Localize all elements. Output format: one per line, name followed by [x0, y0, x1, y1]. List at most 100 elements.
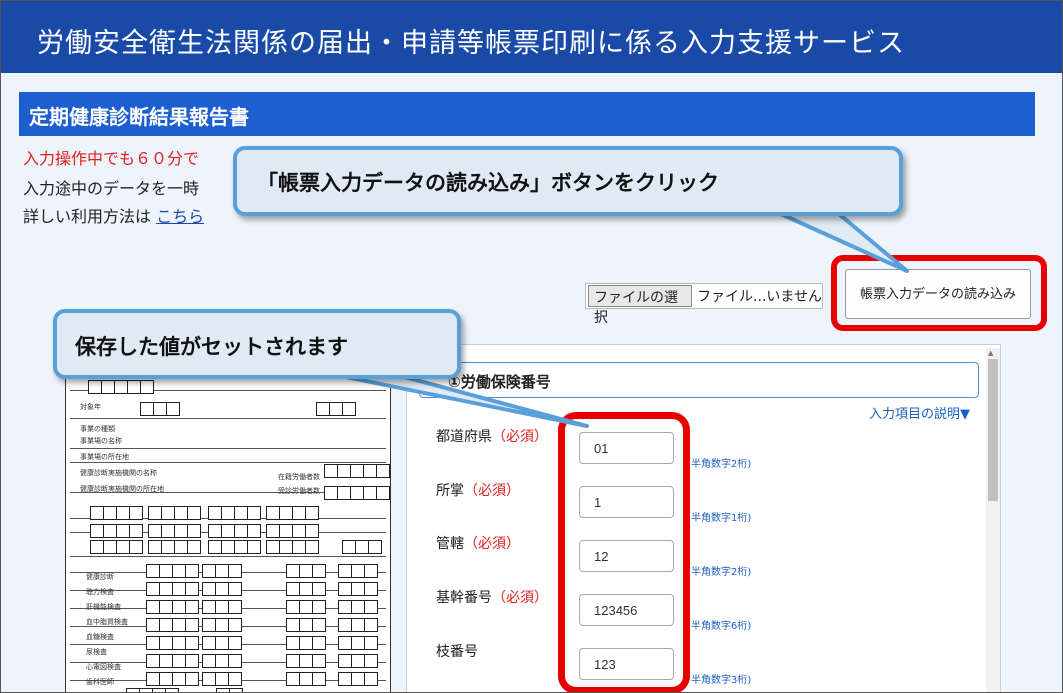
panel-scrollbar-thumb[interactable] [988, 359, 998, 501]
field-label-jurisdiction: 所掌（必須） [436, 480, 520, 500]
form-preview-digit-box [103, 540, 117, 554]
form-preview-digit-box [299, 582, 313, 596]
form-preview-digit-box [202, 672, 216, 686]
form-preview-digit-box [148, 540, 162, 554]
form-preview-digit-box [324, 486, 338, 500]
form-preview-digit-box [247, 540, 261, 554]
form-preview-digit-box [228, 636, 242, 650]
page-title: 定期健康診断結果報告書 [19, 92, 1035, 136]
branch-number-hint: 半角数字3桁) [691, 675, 752, 686]
form-preview-digit-box [228, 672, 242, 686]
form-preview-digit-box [228, 564, 242, 578]
form-preview-digit-box [338, 564, 352, 578]
field-label-prefecture: 都道府県（必須） [436, 426, 548, 446]
form-preview-digit-box [221, 540, 235, 554]
form-preview-digit-box [299, 618, 313, 632]
form-preview-label: 血糖検査 [86, 633, 114, 641]
form-preview-digit-box [216, 688, 230, 692]
field-label-branch-number-text: 枝番号 [436, 644, 478, 660]
form-preview-digit-box [202, 618, 216, 632]
form-preview-digit-box [351, 564, 365, 578]
form-preview-digit-box [159, 654, 173, 668]
form-preview-digit-box [312, 600, 326, 614]
form-preview-digit-box [342, 540, 356, 554]
form-preview-digit-box [202, 600, 216, 614]
form-preview-digit-box [146, 564, 160, 578]
form-preview-rule [70, 448, 386, 449]
form-preview-digit-box [363, 464, 377, 478]
form-preview-digit-box [292, 524, 306, 538]
usage-detail-text: 詳しい利用方法は こちら [23, 203, 204, 227]
form-preview-digit-box [139, 688, 153, 692]
form-preview-digit-box [299, 636, 313, 650]
form-preview-digit-box [116, 524, 130, 538]
form-preview-digit-box [234, 540, 248, 554]
form-preview-digit-box [299, 672, 313, 686]
form-preview-digit-box [286, 600, 300, 614]
form-preview-digit-box [172, 618, 186, 632]
form-preview-digit-box [103, 506, 117, 520]
form-preview-digit-box [152, 688, 166, 692]
form-preview-digit-box [312, 618, 326, 632]
form-preview-digit-box [221, 506, 235, 520]
form-preview-digit-box [338, 618, 352, 632]
form-preview-digit-box [140, 380, 154, 394]
form-preview-digit-box [316, 402, 330, 416]
form-preview-digit-box [364, 600, 378, 614]
field-label-prefecture-text: 都道府県 [436, 429, 492, 445]
form-preview-digit-box [350, 486, 364, 500]
form-preview-digit-box [187, 540, 201, 554]
field-label-branch-number: 枝番号 [436, 641, 478, 661]
form-preview-digit-box [208, 540, 222, 554]
form-preview-digit-box [90, 540, 104, 554]
file-picker[interactable]: ファイルの選択 ファイル...いません [585, 283, 823, 326]
form-preview-digit-box [208, 506, 222, 520]
form-preview-digit-box [312, 582, 326, 596]
form-preview-label: 聴力検査 [86, 588, 114, 596]
form-preview-digit-box [159, 600, 173, 614]
form-preview-digit-box [148, 506, 162, 520]
form-preview-digit-box [114, 380, 128, 394]
form-preview-digit-box [376, 464, 390, 478]
form-preview-digit-box [146, 618, 160, 632]
form-preview-digit-box [228, 618, 242, 632]
form-preview-digit-box [146, 654, 160, 668]
form-preview-digit-box [215, 672, 229, 686]
form-preview-digit-box [364, 636, 378, 650]
form-preview-digit-box [172, 672, 186, 686]
form-preview-digit-box [185, 600, 199, 614]
form-preview-digit-box [90, 524, 104, 538]
form-preview-digit-box [228, 600, 242, 614]
form-preview-digit-box [364, 654, 378, 668]
form-preview-digit-box [286, 564, 300, 578]
form-preview-digit-box [351, 600, 365, 614]
form-preview-digit-box [299, 600, 313, 614]
form-preview-digit-box [350, 464, 364, 478]
field-label-office: 管轄（必須） [436, 533, 520, 553]
form-preview-digit-box [185, 636, 199, 650]
form-preview-label: 健康診断実施機関の所在地 [80, 485, 164, 493]
form-preview-rule [70, 462, 386, 463]
field-explanation-toggle[interactable]: 入力項目の説明▼ [869, 403, 970, 422]
form-preview-digit-box [247, 524, 261, 538]
form-preview-digit-box [129, 540, 143, 554]
form-preview-digit-box [146, 636, 160, 650]
form-preview-label: 血中脂質検査 [86, 618, 128, 626]
form-preview-digit-box [221, 524, 235, 538]
form-preview-digit-box [351, 582, 365, 596]
form-preview-digit-box [174, 524, 188, 538]
choose-file-button[interactable]: ファイルの選択 [588, 285, 693, 326]
scroll-up-arrow-icon[interactable]: ▲ [988, 349, 993, 357]
form-preview-digit-box [174, 506, 188, 520]
field-label-jurisdiction-text: 所掌 [436, 483, 464, 499]
form-preview-digit-box [172, 654, 186, 668]
field-label-office-text: 管轄 [436, 536, 464, 552]
required-mark: （必須） [464, 536, 520, 552]
form-preview-digit-box [338, 582, 352, 596]
usage-help-link[interactable]: こちら [156, 207, 204, 226]
form-preview-label: 受診労働者数 [278, 487, 320, 495]
required-mark: （必須） [492, 590, 548, 606]
form-preview-digit-box [90, 506, 104, 520]
form-preview-digit-box [337, 464, 351, 478]
form-preview-digit-box [172, 564, 186, 578]
